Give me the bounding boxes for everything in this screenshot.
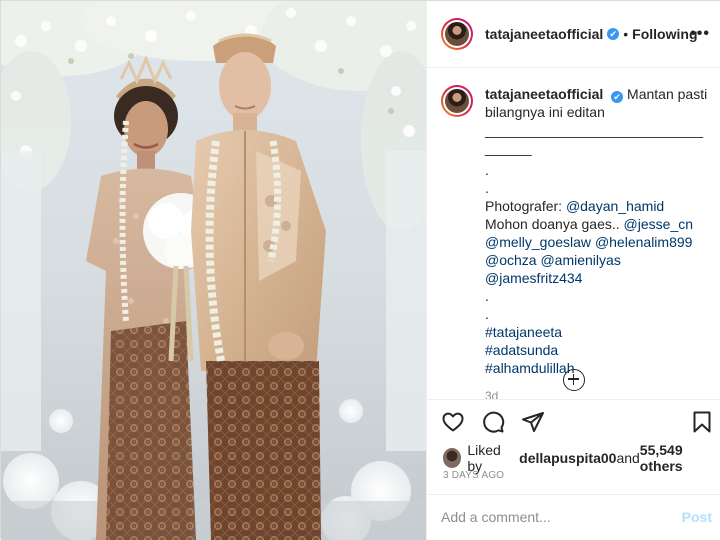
mention-link[interactable]: @helenalim899 [595, 234, 693, 250]
comment-icon[interactable] [481, 410, 505, 434]
caption-line: ______ [485, 139, 708, 157]
post-caption: tatajaneetaofficial ✔ Mantan pasti bilan… [427, 69, 720, 399]
following-button[interactable]: Following [632, 26, 697, 42]
caption-line: @ochza @amienilyas @jamesfritz434 [485, 251, 708, 287]
add-comment-icon[interactable] [563, 369, 585, 391]
caption-line: . [485, 305, 708, 323]
post-header: tatajaneetaofficial ✔ • Following ••• [427, 1, 720, 68]
post-side-panel: tatajaneetaofficial ✔ • Following ••• ta… [426, 1, 720, 540]
header-separator: • [623, 26, 628, 42]
mention-link[interactable]: @jamesfritz434 [485, 270, 582, 286]
header-username[interactable]: tatajaneetaofficial [485, 26, 603, 42]
caption-line: @melly_goeslaw @helenalim899 [485, 233, 708, 251]
post-date[interactable]: 3 DAYS AGO [443, 470, 504, 481]
caption-line: . [485, 161, 708, 179]
caption-avatar[interactable] [441, 85, 473, 117]
heart-icon[interactable] [441, 410, 465, 434]
share-icon[interactable] [521, 410, 545, 434]
comment-input[interactable] [441, 509, 682, 525]
comment-bar: Post [427, 494, 720, 539]
save-icon[interactable] [690, 410, 714, 434]
hashtag-link[interactable]: #adatsunda [485, 341, 708, 359]
caption-line: bilangnya ini editan [485, 103, 708, 121]
caption-line: . [485, 179, 708, 197]
action-icons [441, 410, 545, 434]
mention-link[interactable]: @jesse_cn [624, 216, 693, 232]
instagram-post: tatajaneetaofficial ✔ • Following ••• ta… [0, 0, 720, 539]
post-actions: Liked by dellapuspita00 and 55,549 other… [427, 399, 720, 539]
profile-avatar[interactable] [441, 18, 473, 50]
mention-link[interactable]: @dayan_hamid [566, 198, 664, 214]
caption-line: Photografer: @dayan_hamid [485, 197, 708, 215]
caption-line: ____________________________ [485, 121, 708, 139]
hashtag-link[interactable]: #tatajaneeta [485, 323, 708, 341]
post-photo[interactable] [1, 1, 426, 540]
mention-link[interactable]: @ochza [485, 252, 537, 268]
caption-line: . [485, 287, 708, 305]
mention-link[interactable]: @amienilyas [540, 252, 620, 268]
hashtag-link[interactable]: #alhamdulillah [485, 359, 708, 377]
liker-avatar[interactable] [443, 448, 461, 468]
caption-line: Mohon doanya gaes.. @jesse_cn [485, 215, 708, 233]
verified-icon: ✔ [607, 28, 619, 40]
liker-username[interactable]: dellapuspita00 [519, 450, 616, 466]
caption-line: Mantan pasti [627, 86, 707, 102]
more-icon[interactable]: ••• [690, 25, 710, 43]
caption-username[interactable]: tatajaneetaofficial [485, 86, 603, 102]
caption-text: tatajaneetaofficial ✔ Mantan pasti bilan… [485, 85, 708, 405]
post-comment-button[interactable]: Post [682, 509, 712, 525]
mention-link[interactable]: @melly_goeslaw [485, 234, 591, 250]
verified-icon: ✔ [611, 91, 623, 103]
likes-middle: and [616, 450, 639, 466]
likes-others-link[interactable]: 55,549 others [640, 442, 720, 474]
wedding-photo-illustration [1, 1, 426, 540]
